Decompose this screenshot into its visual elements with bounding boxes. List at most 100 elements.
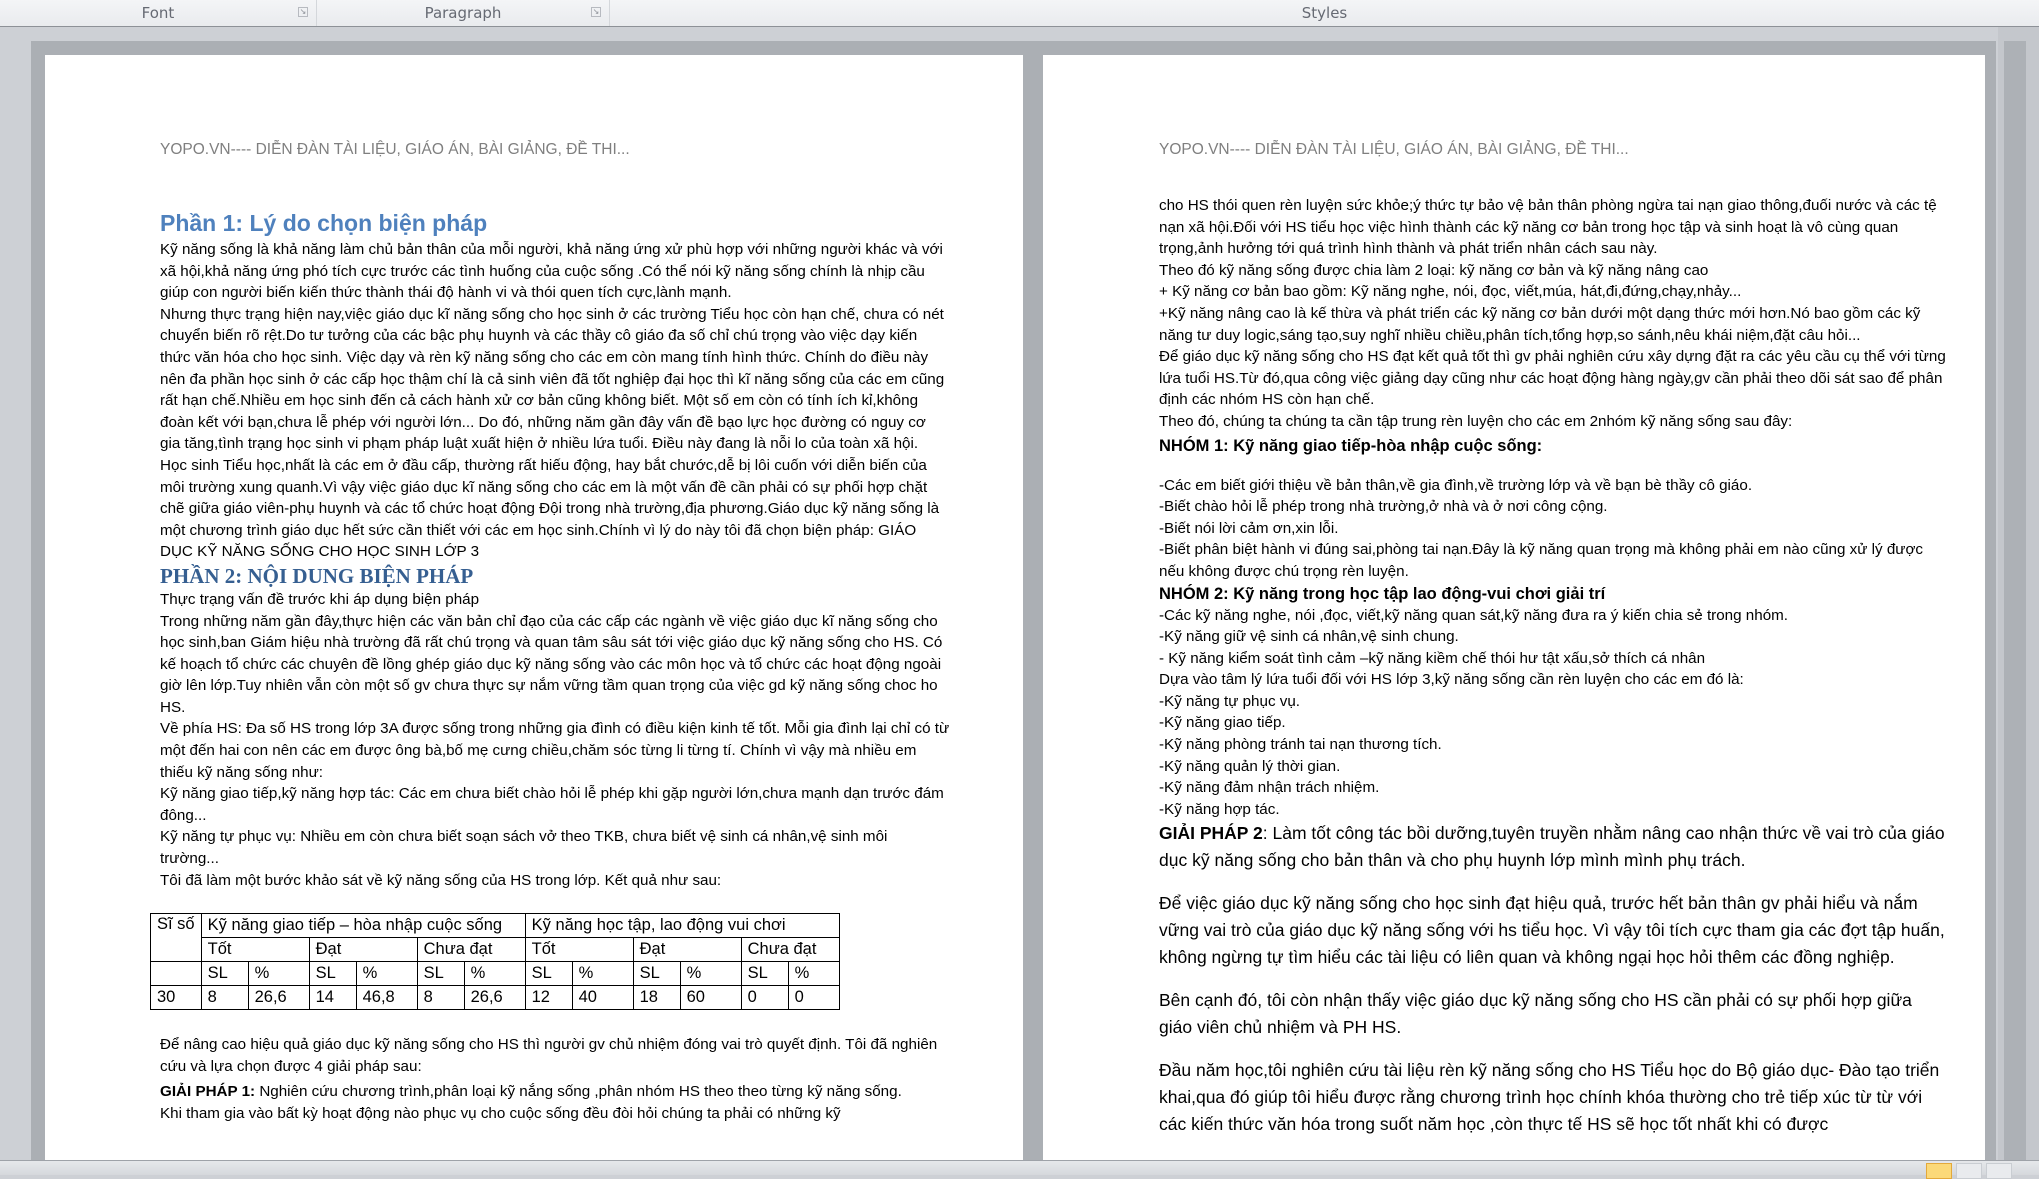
full-screen-reading-view-icon[interactable] [1956, 1163, 1982, 1179]
page-body[interactable]: Phần 1: Lý do chọn biện pháp Kỹ năng sốn… [150, 207, 950, 1125]
solution-1-paragraph: GIẢI PHÁP 1: Nghiên cứu chương trình,phâ… [160, 1081, 950, 1103]
document-page-1[interactable]: YOPO.VN---- DIỄN ĐÀN TÀI LIỆU, GIÁO ÁN, … [45, 55, 1023, 1160]
list-item: -Kỹ năng giữ vệ sinh cá nhân,vệ sinh chu… [1159, 628, 1459, 646]
table-header-cell: Tốt [200, 937, 310, 963]
table-header-cell: Kỹ năng học tập, lao động vui chơi [524, 913, 840, 939]
list-item: -Các em biết giới thiệu về bản thân,về g… [1159, 476, 1753, 494]
table-header-cell: Đạt [632, 937, 742, 963]
vertical-scrollbar[interactable] [1998, 27, 2039, 1160]
solution-2-paragraph: GIẢI PHÁP 2: Làm tốt công tác bồi dưỡng,… [1159, 820, 1949, 874]
table-cell: 8 [416, 985, 465, 1011]
status-bar [0, 1160, 2039, 1179]
ribbon-group-font: Font ↘ [0, 0, 317, 26]
table-row: SL % SL % SL % SL % SL % SL % [150, 961, 840, 987]
table-cell [150, 961, 202, 987]
table-header-cell: Chưa đạt [740, 937, 840, 963]
table-header-cell: SL [416, 961, 465, 987]
table-cell: 26,6 [463, 985, 526, 1011]
document-page-2[interactable]: YOPO.VN---- DIỄN ĐÀN TÀI LIỆU, GIÁO ÁN, … [1043, 55, 1985, 1160]
table-header-cell: SL [524, 961, 573, 987]
table-header-cell: Đạt [308, 937, 418, 963]
table-header-cell: % [355, 961, 418, 987]
table-cell: 14 [308, 985, 357, 1011]
paragraph: cho HS thói quen rèn luyện sức khỏe;ý th… [1159, 197, 1937, 258]
paragraph: Về phía HS: Đa số HS trong lớp 3A được s… [160, 720, 950, 781]
table-header-cell: Tốt [524, 937, 634, 963]
table-cell: 0 [740, 985, 789, 1011]
ribbon-group-label: Styles [1301, 4, 1348, 22]
paragraph: Bên cạnh đó, tôi còn nhận thấy việc giáo… [1159, 990, 1912, 1038]
paragraph: Thực trạng vấn đề trước khi áp dụng biện… [160, 590, 480, 608]
survey-table: Sĩ số Kỹ năng giao tiếp – hòa nhập cuộc … [150, 913, 840, 1011]
paragraph: + Kỹ năng cơ bản bao gồm: Kỹ năng nghe, … [1159, 283, 1742, 301]
table-header-cell: SL [308, 961, 357, 987]
list-item: -Biết phân biệt hành vi đúng sai,phòng t… [1159, 541, 1924, 580]
list-item: -Kỹ năng phòng tránh tai nạn thương tích… [1159, 736, 1442, 754]
dialog-launcher-icon[interactable]: ↘ [591, 7, 601, 17]
table-header-cell: SL [632, 961, 681, 987]
table-cell: 46,8 [355, 985, 418, 1011]
table-cell: 60 [679, 985, 742, 1011]
solution-2-label: GIẢI PHÁP 2 [1159, 823, 1263, 844]
table-header-cell: % [463, 961, 526, 987]
ribbon-group-paragraph: Paragraph ↘ [317, 0, 610, 26]
dialog-launcher-icon[interactable]: ↘ [298, 7, 308, 17]
group-1-title: NHÓM 1: Kỹ năng giao tiếp-hòa nhập cuộc … [1159, 436, 1543, 455]
scrollbar-track[interactable] [2004, 41, 2026, 1160]
web-layout-view-icon[interactable] [1986, 1163, 2012, 1179]
table-header-cell: SL [200, 961, 249, 987]
heading-section-1: Phần 1: Lý do chọn biện pháp [160, 210, 488, 236]
table-header-cell: % [679, 961, 742, 987]
list-item: -Các kỹ năng nghe, nói ,đọc, viết,kỹ năn… [1159, 606, 1789, 624]
paragraph: Để nâng cao hiệu quả giáo dục kỹ năng số… [160, 1036, 938, 1075]
group-2-title: NHÓM 2: Kỹ năng trong học tập lao động-v… [1159, 584, 1606, 603]
paragraph: +Kỹ năng nâng cao là kế thừa và phát tri… [1159, 304, 1921, 344]
paragraph: Kỹ năng giao tiếp,kỹ năng hợp tác: Các e… [160, 785, 944, 824]
paragraph: Theo đó, chúng ta chúng ta cần tập trung… [1159, 412, 1793, 430]
paragraph: Dựa vào tâm lý lứa tuổi đối với HS lớp 3… [1159, 671, 1744, 689]
solution-1-label: GIẢI PHÁP 1: [160, 1083, 256, 1101]
table-row: Sĩ số Kỹ năng giao tiếp – hòa nhập cuộc … [150, 913, 840, 963]
table-cell: 18 [632, 985, 681, 1011]
paragraph: Học sinh Tiểu học,nhất là các em ở đầu c… [160, 456, 940, 561]
paragraph: Để việc giáo dục kỹ năng sống cho học si… [1159, 893, 1945, 968]
table-header-cell: % [571, 961, 634, 987]
document-workspace[interactable]: YOPO.VN---- DIỄN ĐÀN TÀI LIỆU, GIÁO ÁN, … [0, 27, 2039, 1160]
table-header-cell: Chưa đạt [416, 937, 526, 963]
solution-2-text: : Làm tốt công tác bồi dưỡng,tuyên truyề… [1159, 823, 1945, 871]
list-item: -Kỹ năng giao tiếp. [1159, 714, 1286, 732]
list-item: -Kỹ năng tự phục vụ. [1159, 692, 1301, 710]
table-cell: 8 [200, 985, 249, 1011]
page-header: YOPO.VN---- DIỄN ĐÀN TÀI LIỆU, GIÁO ÁN, … [1159, 141, 1629, 158]
heading-section-2: PHẦN 2: NỘI DUNG BIỆN PHÁP [160, 563, 474, 588]
list-item: -Kỹ năng quản lý thời gian. [1159, 757, 1341, 775]
table-header-cell: Sĩ số [150, 913, 202, 963]
paragraph: Theo đó kỹ năng sống được chia làm 2 loạ… [1159, 261, 1709, 279]
ribbon-group-styles: Styles [610, 0, 2039, 26]
list-item: -Kỹ năng hợp tác. [1159, 800, 1280, 818]
table-header-cell: % [787, 961, 840, 987]
table-row: Tốt Đạt Chưa đạt Tốt Đạt Chưa đạt [151, 937, 840, 963]
table-cell: 40 [571, 985, 634, 1011]
table-cell: 12 [524, 985, 573, 1011]
paragraph: Đầu năm học,tôi nghiên cứu tài liệu rèn … [1159, 1060, 1940, 1135]
page-body[interactable]: cho HS thói quen rèn luyện sức khỏe;ý th… [1159, 195, 1949, 1138]
ribbon-group-label: Font [141, 4, 175, 22]
paragraph: Tôi đã làm một bước khảo sát về kỹ năng … [160, 871, 722, 889]
table-row: 30 8 26,6 14 46,8 8 26,6 12 40 18 60 0 0 [150, 985, 840, 1011]
print-layout-view-icon[interactable] [1926, 1163, 1952, 1179]
paragraph: Khi tham gia vào bất kỳ hoạt động nào ph… [160, 1105, 841, 1122]
table-cell: 0 [787, 985, 840, 1011]
ribbon-group-label: Paragraph [424, 4, 502, 22]
list-item: -Kỹ năng đảm nhận trách nhiệm. [1159, 779, 1380, 797]
paragraph: Kỹ năng tự phục vụ: Nhiều em còn chưa bi… [160, 828, 888, 868]
solution-1-text: Nghiên cứu chương trình,phân loại kỹ nắn… [255, 1083, 902, 1101]
table-header-cell: % [247, 961, 310, 987]
table-cell: 30 [150, 985, 202, 1011]
table-header-cell: SL [740, 961, 789, 987]
ribbon-bar: Font ↘ Paragraph ↘ Styles [0, 0, 2039, 27]
